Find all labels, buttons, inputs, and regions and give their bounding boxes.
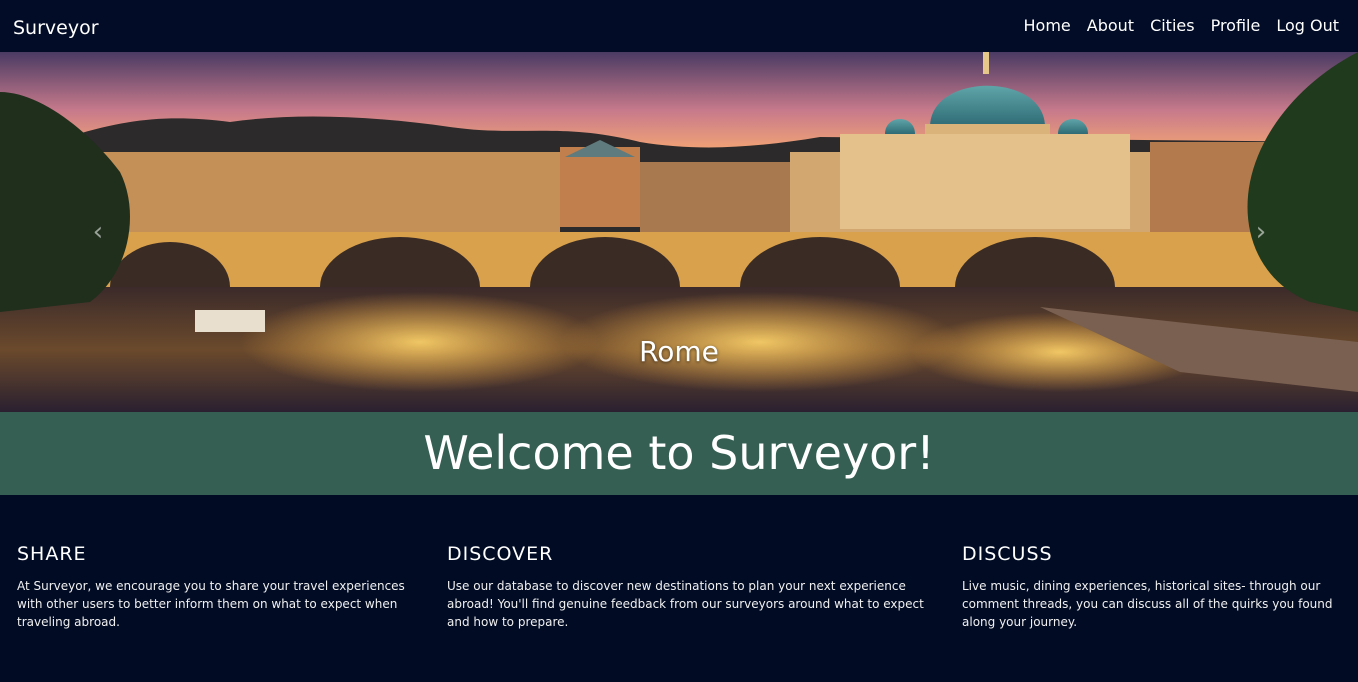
feature-discuss: DISCUSS Live music, dining experiences, … <box>962 543 1347 631</box>
brand-logo[interactable]: Surveyor <box>13 17 99 39</box>
feature-text: Live music, dining experiences, historic… <box>962 579 1333 629</box>
chevron-right-icon: › <box>1255 217 1267 247</box>
nav-logout[interactable]: Log Out <box>1276 16 1339 35</box>
welcome-title: Welcome to Surveyor! <box>423 426 935 480</box>
navbar: Surveyor Home About Cities Profile Log O… <box>0 0 1358 52</box>
carousel-next-button[interactable]: › <box>1251 217 1271 247</box>
feature-heading: DISCOVER <box>447 543 554 565</box>
nav-profile[interactable]: Profile <box>1211 16 1261 35</box>
feature-share: SHARE At Surveyor, we encourage you to s… <box>17 543 417 631</box>
nav-links: Home About Cities Profile Log Out <box>1024 16 1340 35</box>
feature-heading: DISCUSS <box>962 543 1053 565</box>
nav-about[interactable]: About <box>1087 16 1134 35</box>
feature-text: At Surveyor, we encourage you to share y… <box>17 579 405 629</box>
nav-home[interactable]: Home <box>1024 16 1071 35</box>
feature-text: Use our database to discover new destina… <box>447 579 924 629</box>
carousel-caption: Rome <box>639 335 719 368</box>
chevron-left-icon: ‹ <box>92 217 104 247</box>
feature-discover: DISCOVER Use our database to discover ne… <box>447 543 927 631</box>
nav-cities[interactable]: Cities <box>1150 16 1195 35</box>
feature-heading: SHARE <box>17 543 87 565</box>
hero-carousel: ‹ › Rome <box>0 52 1358 412</box>
welcome-banner: Welcome to Surveyor! <box>0 412 1358 495</box>
carousel-prev-button[interactable]: ‹ <box>88 217 108 247</box>
